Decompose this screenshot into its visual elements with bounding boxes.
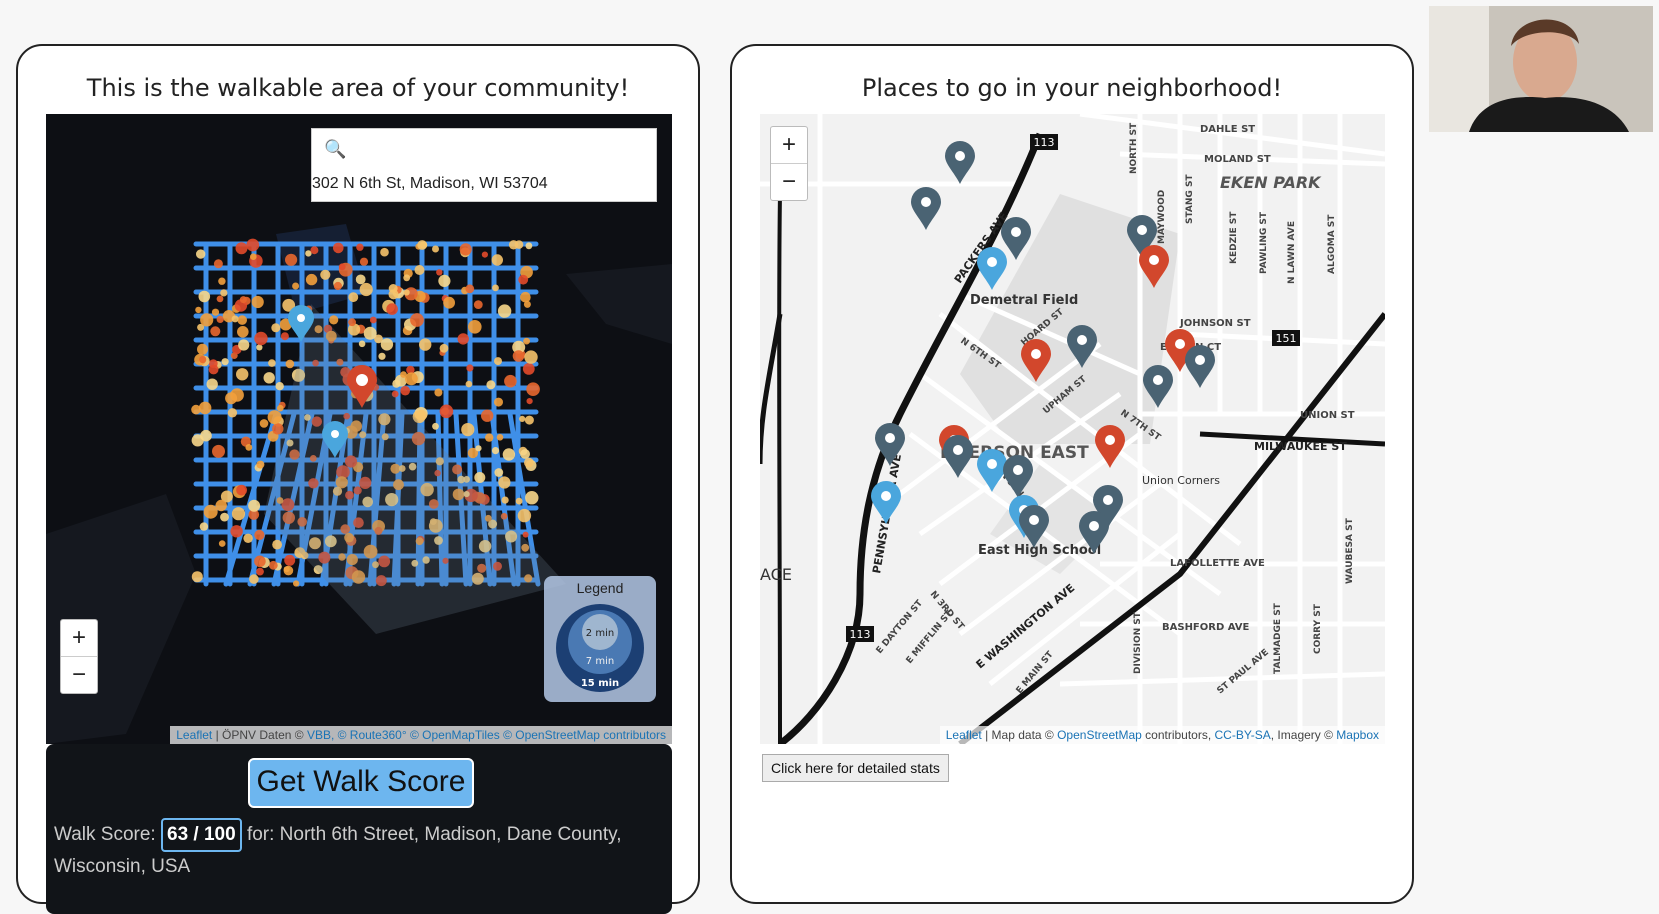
street-union: UNION ST xyxy=(1300,410,1355,421)
license-link[interactable]: CC-BY-SA xyxy=(1215,728,1271,742)
street-dahle: DAHLE ST xyxy=(1200,124,1255,135)
street-north: NORTH ST xyxy=(1129,122,1139,174)
legend-ring-2min: 2 min xyxy=(586,628,614,639)
location-pin-red[interactable] xyxy=(344,364,380,410)
map-marker-icon[interactable] xyxy=(943,140,977,186)
route-shield-label: 151 xyxy=(1276,332,1297,345)
zoom-in-button[interactable]: + xyxy=(61,620,97,656)
attribution-text: | Map data © xyxy=(981,728,1058,742)
openstreetmap-link[interactable]: OpenStreetMap xyxy=(1057,728,1142,742)
street-moland: MOLAND ST xyxy=(1204,154,1271,165)
legend-title: Legend xyxy=(576,580,624,596)
zoom-control: + − xyxy=(770,126,808,201)
street-talmadge: TALMADGE ST xyxy=(1273,602,1283,674)
attribution-links[interactable]: VBB, © Route360° © OpenMapTiles © OpenSt… xyxy=(307,728,666,742)
zoom-out-button[interactable]: − xyxy=(771,163,807,200)
neighborhood-eken-park: EKEN PARK xyxy=(1220,173,1322,192)
street-bashford: BASHFORD AVE xyxy=(1162,622,1250,633)
isochrone-map[interactable]: 🔍 302 N 6th St, Madison, WI 53704 + − Le… xyxy=(46,114,672,744)
detailed-stats-button[interactable]: Click here for detailed stats xyxy=(762,754,949,782)
street-kedzie: KEDZIE ST xyxy=(1229,211,1239,264)
map-marker-icon[interactable] xyxy=(869,480,903,526)
zoom-out-button[interactable]: − xyxy=(61,656,97,693)
route-shield-label: 113 xyxy=(1034,136,1055,149)
legend-ring-15min: 15 min xyxy=(581,678,619,689)
address-search-box[interactable]: 🔍 302 N 6th St, Madison, WI 53704 xyxy=(311,128,657,202)
map-attribution: Leaflet | Map data © OpenStreetMap contr… xyxy=(939,726,1385,744)
map-marker-icon[interactable] xyxy=(1065,324,1099,370)
street-division: DIVISION ST xyxy=(1133,611,1143,674)
map-marker-icon[interactable] xyxy=(909,186,943,232)
map-marker-icon[interactable] xyxy=(1137,244,1171,290)
walk-score-panel: Get Walk Score Walk Score: 63 / 100 for:… xyxy=(46,744,672,914)
zoom-control: + − xyxy=(60,619,98,694)
zoom-in-button[interactable]: + xyxy=(771,127,807,163)
webcam-video xyxy=(1429,6,1653,132)
attribution-text: contributors, xyxy=(1141,728,1215,742)
travel-time-legend: Legend 2 min 7 min 15 min xyxy=(544,576,656,702)
street-lafollette: LAFOLLETTE AVE xyxy=(1170,558,1265,569)
street-n-lawn: N LAWN AVE xyxy=(1287,221,1297,284)
street-milwaukee: MILWAUKEE ST xyxy=(1254,440,1347,453)
walk-score-value: 63 / 100 xyxy=(161,818,242,852)
map-attribution: Leaflet | ÖPNV Daten © VBB, © Route360° … xyxy=(170,726,672,744)
walkable-area-title: This is the walkable area of your commun… xyxy=(86,74,630,102)
attribution-text: , Imagery © xyxy=(1270,728,1337,742)
route-shield-label: 113 xyxy=(850,628,871,641)
places-card: Places to go in your neighborhood! EKEN … xyxy=(730,44,1414,904)
get-walk-score-button[interactable]: Get Walk Score xyxy=(248,758,474,808)
presenter-figure xyxy=(1429,6,1653,132)
legend-rings: 2 min 7 min 15 min xyxy=(556,604,644,692)
location-pin-blue[interactable] xyxy=(286,304,316,344)
street-map: EKEN PARK EMERSON EAST Demetral Field Ea… xyxy=(760,114,1385,744)
route-shield-151: 151 xyxy=(1272,330,1300,346)
street-pawling: PAWLING ST xyxy=(1259,211,1269,274)
walk-score-result: Walk Score: 63 / 100 for: North 6th Stre… xyxy=(54,818,654,882)
legend-ring-7min: 7 min xyxy=(586,656,614,667)
location-pin-blue[interactable] xyxy=(320,420,350,460)
map-marker-icon[interactable] xyxy=(941,434,975,480)
map-marker-icon[interactable] xyxy=(975,246,1009,292)
attribution-text: | ÖPNV Daten © xyxy=(212,728,307,742)
places-title: Places to go in your neighborhood! xyxy=(861,74,1283,102)
address-search-input[interactable]: 302 N 6th St, Madison, WI 53704 xyxy=(312,175,548,193)
mapbox-link[interactable]: Mapbox xyxy=(1336,728,1379,742)
street-stang: STANG ST xyxy=(1185,174,1195,224)
walkable-area-card: This is the walkable area of your commun… xyxy=(16,44,700,914)
place-demetral-field: Demetral Field xyxy=(970,293,1078,308)
map-marker-icon[interactable] xyxy=(873,422,907,468)
search-icon[interactable]: 🔍 xyxy=(324,139,346,160)
places-map[interactable]: EKEN PARK EMERSON EAST Demetral Field Ea… xyxy=(760,114,1385,744)
map-marker-icon[interactable] xyxy=(1093,424,1127,470)
street-edge-text: ACE xyxy=(760,565,792,584)
leaflet-link[interactable]: Leaflet xyxy=(946,728,982,742)
route-shield-113-bottom: 113 xyxy=(846,626,874,642)
map-marker-icon[interactable] xyxy=(1183,344,1217,390)
leaflet-link[interactable]: Leaflet xyxy=(176,728,212,742)
street-corry: CORRY ST xyxy=(1313,603,1323,654)
street-algoma: ALGOMA ST xyxy=(1327,214,1337,274)
map-marker-icon[interactable] xyxy=(1141,364,1175,410)
map-marker-icon[interactable] xyxy=(1019,338,1053,384)
map-marker-icon[interactable] xyxy=(1077,510,1111,556)
place-union-corners: Union Corners xyxy=(1142,474,1220,487)
walk-score-prefix: Walk Score: xyxy=(54,824,156,845)
map-marker-icon[interactable] xyxy=(1017,504,1051,550)
street-waubesa: WAUBESA ST xyxy=(1345,517,1355,584)
route-shield-113-top: 113 xyxy=(1030,134,1058,150)
